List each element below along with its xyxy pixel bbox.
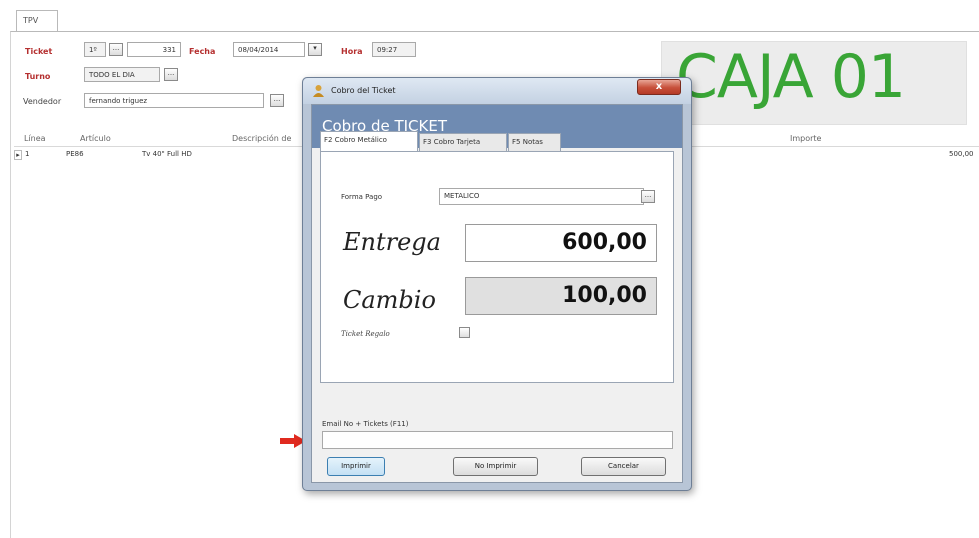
cambio-field: 100,00 [465,277,657,315]
tab-notas[interactable]: F5 Notas [508,133,561,151]
column-header-importe[interactable]: Importe [790,134,821,143]
ticket-series-lookup-button[interactable]: ... [109,43,123,56]
vendedor-label: Vendedor [23,97,62,106]
row-selector-icon: ▸ [14,150,22,160]
chevron-down-icon: ▾ [313,44,317,52]
cambio-label: Cambio [343,286,436,314]
cell-descripcion: Tv 40" Full HD [142,150,192,158]
tab-cobro-tarjeta[interactable]: F3 Cobro Tarjeta [419,133,507,151]
fecha-label: Fecha [189,47,216,56]
email-label: Email No + Tickets (F11) [322,420,409,428]
ellipsis-icon: ... [273,95,281,103]
fecha-field[interactable]: 08/04/2014 [233,42,305,57]
close-icon: x [655,81,663,92]
user-icon [313,85,324,97]
column-header-articulo[interactable]: Artículo [80,134,111,143]
forma-pago-field[interactable]: METALICO [439,188,644,205]
column-header-descripcion[interactable]: Descripción de [232,134,291,143]
forma-pago-label: Forma Pago [341,193,383,201]
hora-field[interactable]: 09:27 [372,42,416,57]
turno-label: Turno [25,72,51,81]
turno-lookup-button[interactable]: ... [164,68,178,81]
email-field[interactable] [322,431,673,449]
entrega-field[interactable]: 600,00 [465,224,657,262]
ticket-label: Ticket [25,47,53,56]
imprimir-button[interactable]: Imprimir [327,457,385,476]
caja-label: CAJA 01 [676,42,906,112]
cell-linea: 1 [25,150,30,158]
cancelar-button[interactable]: Cancelar [581,457,666,476]
vendedor-field[interactable]: fernando triguez [84,93,264,108]
ellipsis-icon: ... [167,69,175,77]
ellipsis-icon: ... [112,44,120,52]
tab-tpv[interactable]: TPV [16,10,58,32]
cobro-ticket-dialog: Cobro del Ticket x Cobro de TICKET F2 Co… [302,77,692,491]
tab-cobro-metalico[interactable]: F2 Cobro Metálico [320,131,418,151]
cell-articulo: PE86 [66,150,84,158]
ticket-series-field[interactable]: 1º [84,42,106,57]
close-button[interactable]: x [637,79,681,95]
no-imprimir-button[interactable]: No Imprimir [453,457,538,476]
column-header-linea[interactable]: Línea [24,134,46,143]
tab-panel-cobro-metalico [320,151,674,383]
ellipsis-icon: ... [644,191,652,199]
ticket-regalo-label: Ticket Regalo [341,330,390,338]
forma-pago-lookup-button[interactable]: ... [641,190,655,203]
dialog-titlebar[interactable]: Cobro del Ticket x [303,78,691,104]
entrega-label: Entrega [343,228,441,256]
vendedor-lookup-button[interactable]: ... [270,94,284,107]
ticket-number-field[interactable]: 331 [127,42,181,57]
turno-field[interactable]: TODO EL DIA [84,67,160,82]
cell-importe: 500,00 [949,150,974,158]
fecha-dropdown-button[interactable]: ▾ [308,43,322,56]
tab-tpv-label: TPV [23,16,39,25]
hora-label: Hora [341,47,363,56]
ticket-regalo-checkbox[interactable] [459,327,470,338]
dialog-title: Cobro del Ticket [331,86,396,95]
